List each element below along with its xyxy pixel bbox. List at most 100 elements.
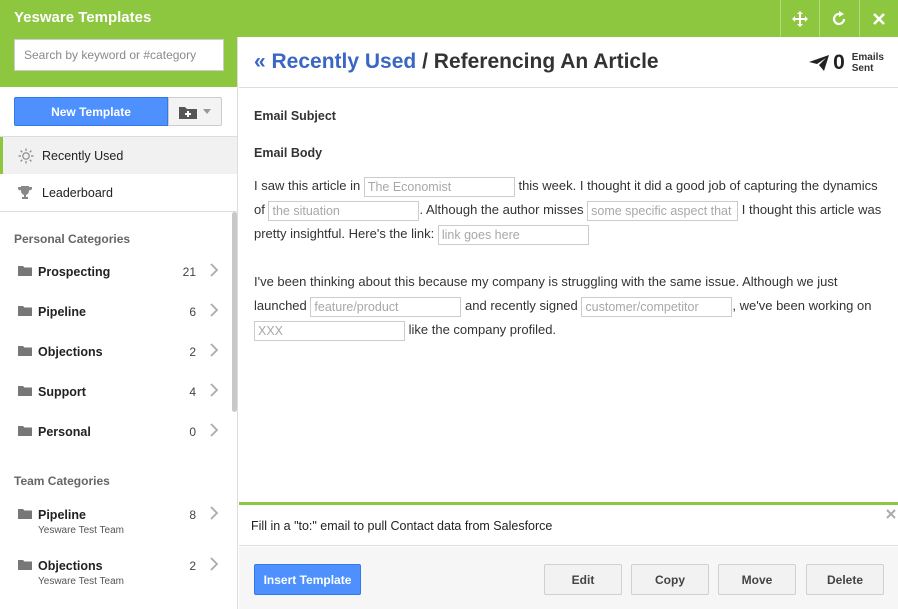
nav-label: Recently Used bbox=[42, 148, 124, 163]
dismiss-icon[interactable] bbox=[886, 509, 896, 519]
field-link[interactable] bbox=[437, 224, 589, 245]
sent-label-line-2: Sent bbox=[851, 63, 874, 74]
category-name: Personal bbox=[38, 425, 91, 439]
team-category-pipeline[interactable]: Pipeline Yesware Test Team 8 bbox=[0, 495, 232, 545]
chevron-right-icon bbox=[210, 423, 218, 437]
search-input[interactable] bbox=[14, 39, 224, 71]
refresh-button[interactable] bbox=[819, 0, 858, 37]
caret-down-icon bbox=[203, 109, 211, 114]
category-personal[interactable]: Personal 0 bbox=[0, 412, 232, 452]
email-paragraph-1: I saw this article in this week. I thoug… bbox=[254, 174, 884, 246]
emails-sent-counter: 0 Emails Sent bbox=[809, 51, 884, 75]
category-name: Objections bbox=[38, 559, 103, 573]
email-subject-label: Email Subject bbox=[254, 109, 336, 123]
folder-icon bbox=[18, 560, 32, 570]
app-title: Yesware Templates bbox=[14, 9, 152, 26]
category-count: 8 bbox=[189, 508, 196, 522]
chevron-right-icon bbox=[210, 263, 218, 277]
sidebar-scrollbar[interactable] bbox=[232, 212, 237, 412]
body-text: , we've been working on bbox=[732, 298, 872, 313]
category-pipeline[interactable]: Pipeline 6 bbox=[0, 292, 232, 332]
chevron-right-icon bbox=[210, 506, 218, 520]
move-icon bbox=[792, 10, 808, 27]
chevron-right-icon bbox=[210, 343, 218, 357]
personal-categories-header: Personal Categories bbox=[14, 232, 131, 246]
insert-template-button[interactable]: Insert Template bbox=[254, 564, 361, 595]
nav-recently-used[interactable]: Recently Used bbox=[0, 137, 237, 174]
body-text: like the company profiled. bbox=[408, 322, 557, 337]
copy-button[interactable]: Copy bbox=[631, 564, 709, 595]
back-link-recently-used[interactable]: « Recently Used bbox=[254, 50, 416, 73]
folder-icon bbox=[18, 266, 32, 276]
category-objections[interactable]: Objections 2 bbox=[0, 332, 232, 372]
search-area bbox=[0, 37, 237, 87]
category-support[interactable]: Support 4 bbox=[0, 372, 232, 412]
category-count: 4 bbox=[189, 385, 196, 399]
folder-icon bbox=[18, 386, 32, 396]
field-customer-competitor[interactable] bbox=[581, 296, 733, 317]
category-count: 0 bbox=[189, 425, 196, 439]
edit-button[interactable]: Edit bbox=[544, 564, 622, 595]
nav-leaderboard[interactable]: Leaderboard bbox=[0, 174, 237, 211]
field-xxx[interactable] bbox=[254, 320, 405, 341]
team-categories-header: Team Categories bbox=[14, 474, 110, 488]
category-count: 2 bbox=[189, 559, 196, 573]
folder-icon bbox=[18, 346, 32, 356]
category-name: Pipeline bbox=[38, 305, 86, 319]
delete-button[interactable]: Delete bbox=[806, 564, 884, 595]
title-bar: Yesware Templates bbox=[0, 0, 898, 37]
folder-icon bbox=[18, 426, 32, 436]
sent-label: Emails Sent bbox=[852, 52, 884, 74]
email-content: Email Subject Email Body I saw this arti… bbox=[254, 109, 884, 342]
folder-plus-icon bbox=[179, 106, 197, 119]
chevron-right-icon bbox=[210, 303, 218, 317]
email-body-label: Email Body bbox=[254, 146, 323, 160]
field-situation[interactable] bbox=[268, 200, 420, 221]
category-name: Support bbox=[38, 385, 86, 399]
action-bar: Insert Template Edit Copy Move Delete bbox=[239, 547, 898, 609]
paper-plane-icon bbox=[809, 55, 830, 71]
body-text: I saw this article in bbox=[254, 178, 361, 193]
main-panel: « Recently Used / Referencing An Article… bbox=[239, 37, 898, 609]
category-name: Prospecting bbox=[38, 265, 111, 279]
category-name: Objections bbox=[38, 345, 103, 359]
close-icon bbox=[873, 12, 885, 25]
sent-label-line-1: Emails bbox=[851, 52, 884, 63]
add-folder-button[interactable] bbox=[168, 97, 222, 126]
move-template-button[interactable]: Move bbox=[718, 564, 796, 595]
category-count: 2 bbox=[189, 345, 196, 359]
email-paragraph-2: I've been thinking about this because my… bbox=[254, 270, 884, 342]
trophy-icon bbox=[18, 185, 32, 199]
chevron-right-icon bbox=[210, 557, 218, 571]
field-publication[interactable] bbox=[363, 176, 515, 197]
nav-label: Leaderboard bbox=[42, 185, 113, 200]
new-template-button[interactable]: New Template bbox=[14, 97, 168, 126]
category-name: Pipeline bbox=[38, 508, 86, 522]
salesforce-notice: Fill in a "to:" email to pull Contact da… bbox=[239, 505, 898, 546]
body-text: and recently signed bbox=[465, 298, 578, 313]
body-text: . Although the author misses bbox=[419, 202, 584, 217]
move-button[interactable] bbox=[780, 0, 819, 37]
category-count: 6 bbox=[189, 305, 196, 319]
salesforce-message: Fill in a "to:" email to pull Contact da… bbox=[251, 519, 553, 533]
field-aspect[interactable] bbox=[587, 200, 739, 221]
sidebar: New Template Recently Used Leaderboard P… bbox=[0, 37, 238, 609]
divider bbox=[0, 211, 237, 212]
category-prospecting[interactable]: Prospecting 21 bbox=[0, 252, 232, 292]
team-name: Yesware Test Team bbox=[38, 525, 124, 536]
breadcrumb-separator: / bbox=[422, 50, 428, 73]
breadcrumb: « Recently Used / Referencing An Article bbox=[254, 50, 659, 74]
folder-icon bbox=[18, 509, 32, 519]
sun-icon bbox=[18, 148, 34, 163]
template-title: Referencing An Article bbox=[433, 50, 659, 73]
field-feature-product[interactable] bbox=[310, 296, 462, 317]
sent-count: 0 bbox=[833, 51, 845, 74]
category-count: 21 bbox=[182, 265, 196, 279]
team-name: Yesware Test Team bbox=[38, 576, 124, 587]
team-category-objections[interactable]: Objections Yesware Test Team 2 bbox=[0, 546, 232, 596]
chevron-right-icon bbox=[210, 383, 218, 397]
template-header: « Recently Used / Referencing An Article… bbox=[239, 37, 898, 88]
close-button[interactable] bbox=[859, 0, 898, 37]
refresh-icon bbox=[832, 10, 846, 25]
folder-icon bbox=[18, 306, 32, 316]
